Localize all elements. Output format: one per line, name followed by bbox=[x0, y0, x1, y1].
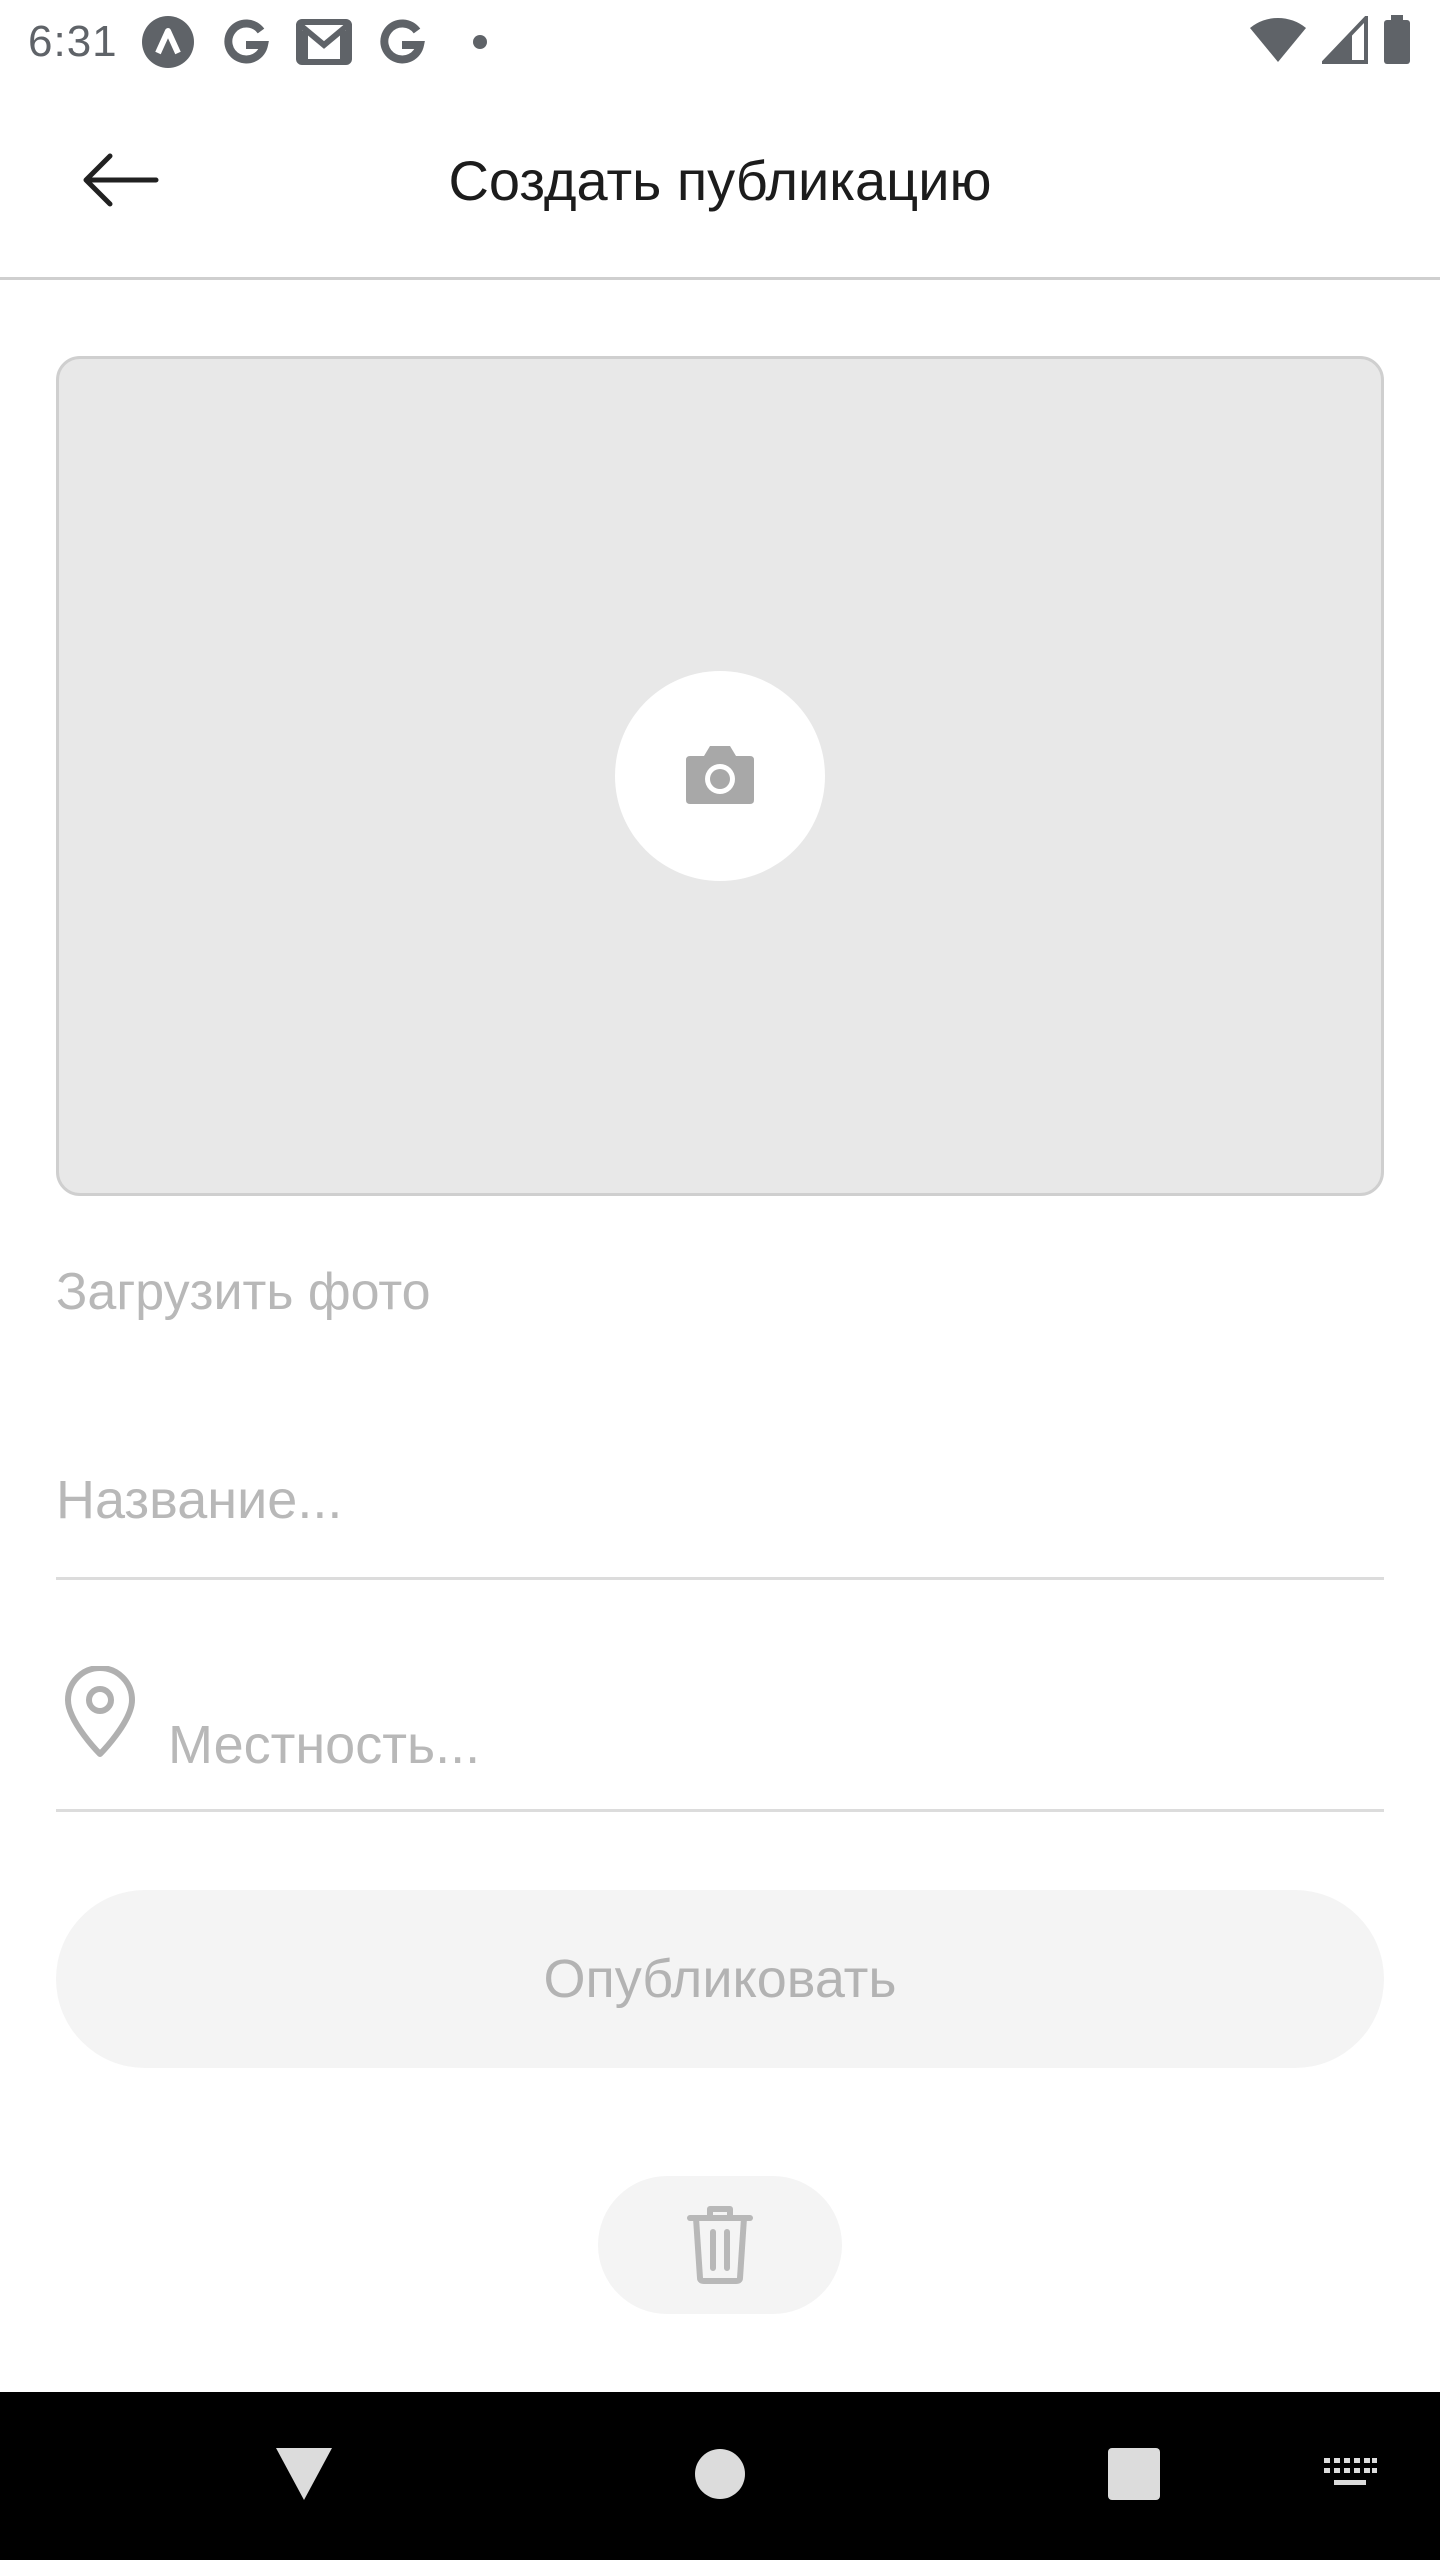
camera-button[interactable] bbox=[615, 671, 825, 881]
page-title: Создать публикацию bbox=[448, 149, 992, 212]
nav-home-button[interactable] bbox=[670, 2392, 770, 2560]
google-icon bbox=[218, 14, 274, 70]
photo-picker[interactable] bbox=[56, 356, 1384, 1196]
delete-button[interactable] bbox=[598, 2176, 842, 2314]
status-right bbox=[1248, 12, 1412, 70]
publish-button[interactable]: Опубликовать bbox=[56, 1890, 1384, 2068]
navigation-bar bbox=[0, 2392, 1440, 2560]
nav-keyboard-button[interactable] bbox=[1300, 2392, 1400, 2560]
location-input[interactable] bbox=[168, 1690, 1368, 1800]
nav-recents-button[interactable] bbox=[1084, 2392, 1184, 2560]
status-left: 6:31 bbox=[28, 14, 508, 70]
home-circle-icon bbox=[694, 2448, 746, 2505]
signal-icon bbox=[1319, 12, 1368, 69]
title-field bbox=[56, 1420, 1384, 1580]
wifi-icon bbox=[1248, 16, 1308, 69]
upload-photo-label[interactable]: Загрузить фото bbox=[56, 1262, 431, 1322]
battery-icon bbox=[1382, 14, 1412, 70]
dot-icon bbox=[452, 14, 508, 70]
app-bar: Создать публикацию bbox=[0, 84, 1440, 280]
status-time: 6:31 bbox=[28, 17, 118, 66]
gmail-icon bbox=[295, 14, 352, 70]
recents-square-icon bbox=[1107, 2447, 1161, 2506]
trash-icon bbox=[686, 2204, 754, 2287]
title-input[interactable] bbox=[56, 1440, 1384, 1560]
camera-icon bbox=[682, 742, 758, 811]
back-triangle-icon bbox=[274, 2446, 334, 2507]
status-bar: 6:31 bbox=[0, 0, 1440, 84]
location-pin-icon bbox=[60, 1665, 140, 1763]
nav-back-button[interactable] bbox=[252, 2392, 356, 2560]
keyboard-icon bbox=[1322, 2456, 1378, 2497]
app-a-icon bbox=[140, 14, 196, 70]
location-field bbox=[56, 1640, 1384, 1812]
google-icon bbox=[374, 14, 430, 70]
